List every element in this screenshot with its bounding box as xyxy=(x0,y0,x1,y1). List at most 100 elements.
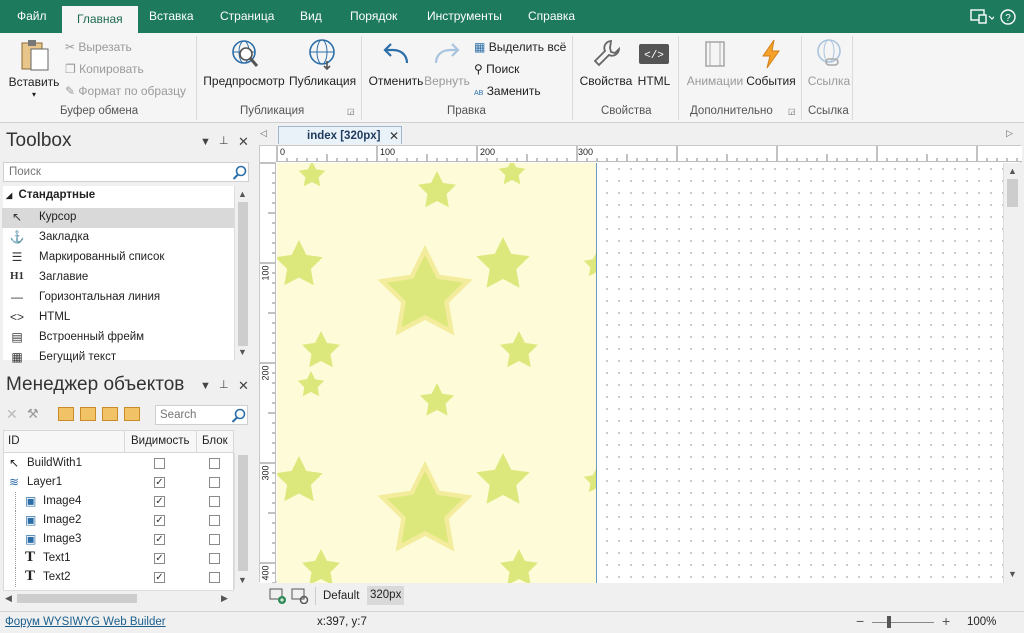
link-button[interactable]: Ссылка xyxy=(806,37,852,88)
column-id[interactable]: ID xyxy=(8,435,20,447)
canvas-scrollbar[interactable]: ▲ ▼ xyxy=(1003,163,1021,583)
chevron-right-icon[interactable]: ▷ xyxy=(1006,128,1013,139)
help-icon[interactable]: ? xyxy=(1000,9,1016,25)
replace-button[interactable]: AB Заменить xyxy=(474,84,541,98)
bring-front-icon[interactable] xyxy=(102,407,118,421)
toolbox-item[interactable]: ⚓ Закладка xyxy=(2,228,234,248)
html-button[interactable]: </> HTML xyxy=(636,37,672,88)
default-breakpoint-tab[interactable]: Default xyxy=(323,590,359,602)
toolbox-item[interactable]: H1 Заглавие xyxy=(2,268,234,288)
find-button[interactable]: ⚲ Поиск xyxy=(474,62,519,76)
pin-icon[interactable]: ⊥ xyxy=(219,134,229,147)
redo-button[interactable]: Вернуть xyxy=(424,37,470,88)
visibility-checkbox[interactable]: ✓ xyxy=(154,515,165,526)
scroll-thumb[interactable] xyxy=(238,202,248,346)
visibility-checkbox[interactable]: ✓ xyxy=(154,477,165,488)
table-row[interactable]: ▣ Image3 ✓ xyxy=(3,530,234,549)
publish-button[interactable]: Публикация xyxy=(289,37,356,88)
toolbox-item[interactable]: <> HTML xyxy=(2,308,234,328)
design-area[interactable]: 0 100 200 300 100 200 300 400 ▲ ▼ xyxy=(259,145,1022,583)
lock-checkbox[interactable] xyxy=(209,477,220,488)
tab-tools[interactable]: Инструменты xyxy=(427,9,502,23)
star-background-image[interactable] xyxy=(277,163,597,583)
ungroup-icon[interactable] xyxy=(80,407,96,421)
search-icon[interactable] xyxy=(231,408,246,423)
cut-button[interactable]: ✂ Вырезать xyxy=(65,40,132,54)
add-breakpoint-icon[interactable] xyxy=(269,588,287,604)
visibility-checkbox[interactable]: ✓ xyxy=(154,534,165,545)
toolbox-scrollbar[interactable]: ▲ ▼ xyxy=(234,186,250,360)
animations-button[interactable]: Анимации xyxy=(684,37,746,88)
scroll-thumb[interactable] xyxy=(238,455,248,571)
scroll-down-icon[interactable]: ▼ xyxy=(238,575,247,585)
tab-arrange[interactable]: Порядок xyxy=(350,9,397,23)
lock-checkbox[interactable] xyxy=(209,496,220,507)
tab-insert[interactable]: Вставка xyxy=(149,9,194,23)
zoom-out-button[interactable]: − xyxy=(856,613,864,629)
pin-icon[interactable]: ⊥ xyxy=(219,378,229,391)
toolbox-item[interactable]: — Горизонтальная линия xyxy=(2,288,234,308)
events-button[interactable]: События xyxy=(746,37,796,88)
object-search-input[interactable] xyxy=(156,406,226,424)
lock-checkbox[interactable] xyxy=(209,515,220,526)
scroll-down-icon[interactable]: ▼ xyxy=(1008,569,1017,579)
undo-button[interactable]: Отменить xyxy=(368,37,424,88)
table-row[interactable]: ↖ BuildWith1 xyxy=(3,454,234,473)
table-row[interactable]: ▣ Image2 ✓ xyxy=(3,511,234,530)
breakpoint-settings-icon[interactable] xyxy=(291,588,309,604)
chevron-down-icon[interactable]: ▼ xyxy=(200,380,211,392)
lock-checkbox[interactable] xyxy=(209,553,220,564)
group-icon[interactable] xyxy=(58,407,74,421)
tab-file[interactable]: Файл xyxy=(17,9,47,23)
object-scrollbar[interactable]: ▼ xyxy=(234,453,250,589)
format-painter-button[interactable]: ✎ Формат по образцу xyxy=(65,84,186,98)
copy-button[interactable]: ❐ Копировать xyxy=(65,62,144,76)
table-row[interactable]: ≋ Layer1 ✓ xyxy=(3,473,234,492)
visibility-checkbox[interactable]: ✓ xyxy=(154,496,165,507)
layout-icon[interactable] xyxy=(970,9,994,25)
select-all-button[interactable]: ▦ Выделить всё xyxy=(474,40,566,54)
send-back-icon[interactable] xyxy=(124,407,140,421)
paste-button[interactable]: Вставить ▾ xyxy=(8,37,60,99)
scroll-right-icon[interactable]: ▶ xyxy=(221,593,228,604)
scroll-up-icon[interactable]: ▲ xyxy=(238,189,247,199)
toolbox-search-input[interactable] xyxy=(4,163,224,181)
close-icon[interactable]: ✕ xyxy=(238,378,249,394)
scroll-left-icon[interactable]: ◀ xyxy=(5,593,12,604)
toolbox-search[interactable] xyxy=(3,162,249,182)
zoom-in-button[interactable]: + xyxy=(942,613,950,629)
table-row[interactable]: ▣ Image4 ✓ xyxy=(3,492,234,511)
lock-checkbox[interactable] xyxy=(209,572,220,583)
visibility-checkbox[interactable]: ✓ xyxy=(154,572,165,583)
toolbox-item[interactable]: ▤ Встроенный фрейм xyxy=(2,328,234,348)
column-lock[interactable]: Блок xyxy=(202,435,228,447)
tab-page[interactable]: Страница xyxy=(220,9,274,23)
tab-home[interactable]: Главная xyxy=(62,6,138,33)
breakpoint-320-tab[interactable]: 320px xyxy=(367,586,405,605)
chevron-left-icon[interactable]: ◁ xyxy=(260,128,267,139)
lock-checkbox[interactable] xyxy=(209,458,220,469)
table-row[interactable]: T Text1 ✓ xyxy=(3,549,234,568)
properties-button[interactable]: Свойства xyxy=(578,37,634,88)
dialog-launcher-icon[interactable]: ◲ xyxy=(347,107,355,116)
chevron-down-icon[interactable]: ▼ xyxy=(200,136,211,148)
tab-index[interactable]: index [320px] ✕ xyxy=(278,126,402,144)
toolbox-item[interactable]: ↖ Курсор xyxy=(2,208,234,228)
scroll-thumb[interactable] xyxy=(17,594,137,603)
delete-icon[interactable]: ✕ xyxy=(6,406,18,423)
scroll-up-icon[interactable]: ▲ xyxy=(1008,166,1017,176)
scroll-down-icon[interactable]: ▼ xyxy=(238,347,247,357)
zoom-slider[interactable] xyxy=(872,622,934,623)
search-icon[interactable] xyxy=(232,165,247,180)
scroll-thumb[interactable] xyxy=(1007,179,1018,207)
object-search[interactable] xyxy=(155,405,248,425)
page-canvas[interactable] xyxy=(277,163,1003,583)
tab-help[interactable]: Справка xyxy=(528,9,575,23)
toolbox-item[interactable]: ▦ Бегущий текст xyxy=(2,348,234,368)
close-icon[interactable]: ✕ xyxy=(389,129,399,143)
zoom-slider-thumb[interactable] xyxy=(887,616,891,628)
breakpoint-line[interactable] xyxy=(596,163,597,583)
visibility-checkbox[interactable]: ✓ xyxy=(154,553,165,564)
close-icon[interactable]: ✕ xyxy=(238,134,249,150)
forum-link[interactable]: Форум WYSIWYG Web Builder xyxy=(5,616,166,628)
